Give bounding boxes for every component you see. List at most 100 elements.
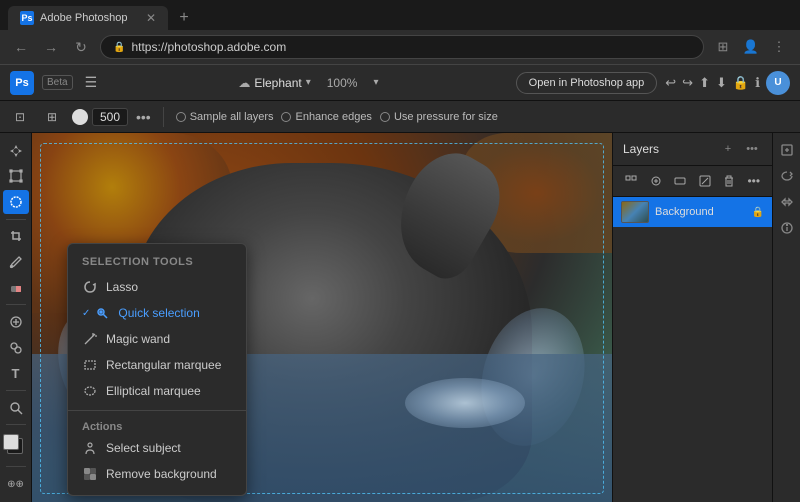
- extensions-icon[interactable]: ⊞: [712, 36, 734, 58]
- menu-icon[interactable]: ⋮: [768, 36, 790, 58]
- layer-thumbnail: [621, 201, 649, 223]
- tab-close-button[interactable]: ✕: [146, 11, 156, 25]
- layers-tool-2[interactable]: [645, 170, 667, 192]
- lasso-label: Lasso: [106, 280, 138, 294]
- tool-heal[interactable]: [3, 310, 29, 334]
- file-dropdown-arrow[interactable]: ▾: [306, 77, 311, 88]
- layer-background[interactable]: Background 🔒: [613, 197, 772, 227]
- brush-preview: [72, 109, 88, 125]
- layers-tool-delete[interactable]: [718, 170, 740, 192]
- remove-bg-label: Remove background: [106, 467, 217, 481]
- photoshop-logo: Ps: [10, 71, 34, 95]
- sidebar-divider-4: [6, 424, 26, 425]
- magic-wand-icon: [82, 331, 98, 347]
- address-bar[interactable]: 🔒 https://photoshop.adobe.com: [100, 35, 704, 59]
- selection-tools-popup: Selection tools Lasso ✓ Quick selection: [67, 243, 247, 496]
- toolbar-row: ⊡ ⊞ 500 ••• Sample all layers Enhance ed…: [0, 101, 800, 133]
- tool-brush[interactable]: [3, 250, 29, 274]
- nav-bar: ← → ↻ 🔒 https://photoshop.adobe.com ⊞ 👤 …: [0, 30, 800, 64]
- elliptical-marquee-icon: [82, 383, 98, 399]
- app-container: Ps Beta ☰ ☁ Elephant ▾ 100% ▾ Open in Ph…: [0, 65, 800, 502]
- hamburger-menu[interactable]: ☰: [81, 72, 102, 93]
- toolbar-separator: [163, 107, 164, 127]
- tool-eraser[interactable]: [3, 276, 29, 300]
- app-header: Ps Beta ☰ ☁ Elephant ▾ 100% ▾ Open in Ph…: [0, 65, 800, 101]
- edge-btn-1[interactable]: [776, 139, 798, 161]
- forward-button[interactable]: →: [40, 36, 62, 58]
- tool-extra[interactable]: ⊕⊕: [3, 472, 29, 496]
- layers-tool-more[interactable]: •••: [743, 170, 765, 192]
- profile-icon[interactable]: 👤: [740, 36, 762, 58]
- undo-button[interactable]: ↩: [665, 75, 676, 91]
- use-pressure-option[interactable]: Use pressure for size: [380, 111, 498, 123]
- sidebar-divider-3: [6, 390, 26, 391]
- refresh-button[interactable]: ↻: [70, 36, 92, 58]
- popup-divider: [68, 410, 246, 411]
- lock-icon: 🔒: [113, 42, 125, 53]
- more-options-button[interactable]: •••: [136, 109, 151, 125]
- actions-header: Actions: [68, 417, 246, 435]
- tool-text[interactable]: T: [3, 361, 29, 385]
- share-icon[interactable]: ⬆: [699, 75, 710, 91]
- back-button[interactable]: ←: [10, 36, 32, 58]
- brush-size-value[interactable]: 500: [92, 108, 128, 126]
- toolbar-tool-2[interactable]: ⊞: [40, 105, 64, 129]
- main-content: T ⊕⊕: [0, 133, 800, 502]
- tool-transform[interactable]: [3, 165, 29, 189]
- left-sidebar: T ⊕⊕: [0, 133, 32, 502]
- layers-panel: Layers + •••: [612, 133, 772, 502]
- header-actions: ↩ ↪ ⬆ ⬇ 🔒 ℹ U: [665, 71, 790, 95]
- user-avatar[interactable]: U: [766, 71, 790, 95]
- sidebar-divider-5: [6, 466, 26, 467]
- action-select-subject[interactable]: Select subject: [68, 435, 246, 461]
- tool-elliptical-marquee[interactable]: Elliptical marquee: [68, 378, 246, 404]
- foreground-color-swatch[interactable]: [3, 434, 19, 450]
- rect-marquee-icon: [82, 357, 98, 373]
- add-layer-button[interactable]: +: [718, 139, 738, 159]
- browser-tab[interactable]: Ps Adobe Photoshop ✕: [8, 6, 168, 30]
- tool-clone[interactable]: [3, 336, 29, 360]
- layers-tool-3[interactable]: [669, 170, 691, 192]
- sample-all-layers-option[interactable]: Sample all layers: [176, 111, 274, 123]
- layers-tool-mask[interactable]: [694, 170, 716, 192]
- tool-lasso[interactable]: Lasso: [68, 274, 246, 300]
- sample-layers-label: Sample all layers: [190, 111, 274, 123]
- toolbar-tool-1[interactable]: ⊡: [8, 105, 32, 129]
- tool-quick-selection[interactable]: ✓ Quick selection: [68, 300, 246, 326]
- zoom-dropdown-arrow[interactable]: ▾: [373, 77, 378, 88]
- sidebar-divider-1: [6, 219, 26, 220]
- layer-lock-icon: 🔒: [752, 207, 764, 218]
- quick-selection-check: ✓: [82, 308, 90, 319]
- tool-selection[interactable]: [3, 190, 29, 214]
- tool-crop[interactable]: [3, 225, 29, 249]
- enhance-edges-option[interactable]: Enhance edges: [281, 111, 371, 123]
- edge-btn-3[interactable]: [776, 191, 798, 213]
- tool-magic-wand[interactable]: Magic wand: [68, 326, 246, 352]
- canvas-area[interactable]: Selection tools Lasso ✓ Quick selection: [32, 133, 612, 502]
- quick-selection-icon: [94, 305, 110, 321]
- select-subject-icon: [82, 440, 98, 456]
- new-tab-button[interactable]: +: [172, 6, 196, 30]
- redo-button[interactable]: ↪: [682, 75, 693, 91]
- action-remove-bg[interactable]: Remove background: [68, 461, 246, 487]
- enhance-edges-radio[interactable]: [281, 112, 291, 122]
- nav-icons: ⊞ 👤 ⋮: [712, 36, 790, 58]
- open-in-app-button[interactable]: Open in Photoshop app: [516, 72, 658, 94]
- download-icon[interactable]: ⬇: [716, 75, 727, 91]
- tool-move[interactable]: [3, 139, 29, 163]
- color-swatches: [3, 434, 29, 461]
- info-icon[interactable]: ℹ: [755, 75, 760, 91]
- sample-layers-radio[interactable]: [176, 112, 186, 122]
- quick-selection-label: Quick selection: [118, 306, 199, 320]
- tool-zoom[interactable]: [3, 396, 29, 420]
- tool-rect-marquee[interactable]: Rectangular marquee: [68, 352, 246, 378]
- layers-tool-1[interactable]: [620, 170, 642, 192]
- pressure-radio[interactable]: [380, 112, 390, 122]
- zoom-level: 100%: [319, 74, 366, 92]
- sidebar-divider-2: [6, 304, 26, 305]
- edge-btn-2[interactable]: [776, 165, 798, 187]
- panel-more-button[interactable]: •••: [742, 139, 762, 159]
- lasso-icon: [82, 279, 98, 295]
- tab-favicon: Ps: [20, 11, 34, 25]
- edge-btn-info[interactable]: [776, 217, 798, 239]
